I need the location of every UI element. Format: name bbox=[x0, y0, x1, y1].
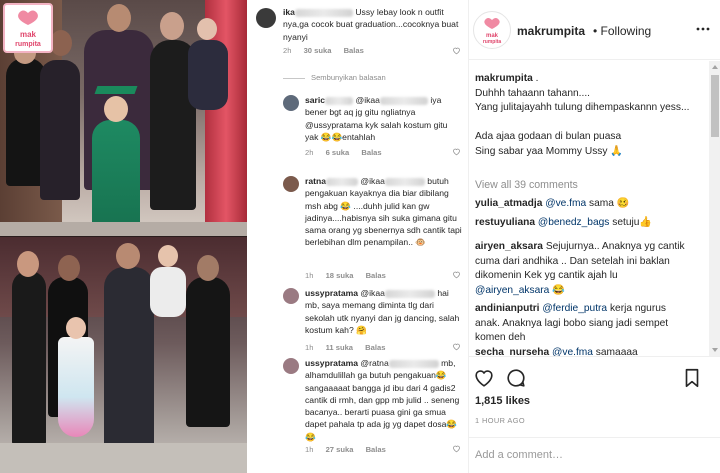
likes-count[interactable]: 18 suka bbox=[326, 271, 354, 280]
view-all-comments-link[interactable]: View all 39 comments bbox=[475, 179, 578, 191]
reply-button[interactable]: Balas bbox=[344, 46, 364, 55]
comment-meta: 2h 30 suka Balas bbox=[283, 46, 364, 55]
comment-username[interactable]: yulia_atmadja bbox=[475, 198, 542, 209]
scrollbar[interactable] bbox=[709, 61, 720, 356]
comment-text: saric @ikaa iya bener bgt aq jg gitu ngl… bbox=[305, 95, 448, 142]
brand-logo-icon: mak rumpita bbox=[476, 14, 508, 46]
avatar[interactable] bbox=[283, 358, 299, 374]
avatar[interactable] bbox=[283, 288, 299, 304]
brand-logo: mak rumpita bbox=[3, 3, 53, 53]
mention-link[interactable]: @ikaa bbox=[360, 176, 385, 186]
post-comments-scroll[interactable]: makrumpita . Duhhh tahaann tahann.... Ya… bbox=[469, 61, 709, 356]
comment-meta: 1h 27 suka Balas bbox=[305, 445, 386, 454]
mention-link[interactable]: @ve.fma bbox=[545, 198, 586, 209]
comment-username[interactable]: ika bbox=[283, 7, 295, 17]
following-status[interactable]: • Following bbox=[593, 24, 651, 38]
comment-username[interactable]: andinianputri bbox=[475, 303, 540, 314]
scroll-down-arrow-icon[interactable] bbox=[712, 348, 718, 352]
reply-comment-4: ussypratama @ratna mb, alhamdulillah ga … bbox=[248, 355, 468, 473]
avatar[interactable] bbox=[283, 95, 299, 111]
list-item: andinianputri @ferdie_putra kerja ngurus… bbox=[475, 303, 669, 343]
reply-comment-1: saric @ikaa iya bener bgt aq jg gitu ngl… bbox=[248, 92, 468, 164]
family-photo-bottom bbox=[0, 237, 247, 473]
heart-outline-icon[interactable] bbox=[452, 147, 461, 156]
redacted-username-blur bbox=[294, 8, 353, 17]
profile-avatar[interactable]: mak rumpita bbox=[473, 11, 511, 49]
comment-thread-panel: ika Ussy lebay look n outfit nya,ga coco… bbox=[248, 0, 468, 473]
post-header: mak rumpita makrumpita • Following bbox=[469, 0, 720, 60]
heart-outline-icon[interactable] bbox=[452, 444, 461, 453]
reply-comment-2: ratna @ikaa butuh pengakuan kayaknya dia… bbox=[248, 173, 468, 285]
post-username[interactable]: makrumpita bbox=[517, 24, 585, 38]
redacted-mention-blur bbox=[379, 96, 428, 105]
reply-comment-3: ussypratama @ikaa hai mb, saya memang di… bbox=[248, 285, 468, 357]
svg-text:mak: mak bbox=[20, 30, 37, 39]
list-item: airyen_aksara Sejujurnya.. Anaknya yg ca… bbox=[475, 241, 685, 296]
comment-username[interactable]: ussypratama bbox=[305, 288, 358, 298]
bookmark-icon[interactable] bbox=[681, 367, 703, 389]
family-photo-top: mak rumpita bbox=[0, 0, 247, 236]
heart-outline-icon[interactable] bbox=[452, 46, 461, 55]
redacted-username-blur bbox=[326, 177, 359, 186]
comment-username[interactable]: secha_nurseha bbox=[475, 347, 549, 356]
post-actions: 1,815 likes 1 HOUR AGO Add a comment… bbox=[469, 356, 720, 473]
comment-username[interactable]: airyen_aksara bbox=[475, 241, 543, 252]
add-comment-input[interactable]: Add a comment… bbox=[469, 437, 720, 473]
mention-link[interactable]: @airyen_aksara bbox=[475, 285, 549, 296]
svg-text:rumpita: rumpita bbox=[483, 39, 502, 45]
comment-username[interactable]: ratna bbox=[305, 176, 326, 186]
heart-outline-icon[interactable] bbox=[452, 270, 461, 279]
more-options-icon[interactable] bbox=[695, 23, 711, 35]
likes-count[interactable]: 30 suka bbox=[304, 46, 332, 55]
scroll-up-arrow-icon[interactable] bbox=[712, 65, 718, 69]
likes-count[interactable]: 6 suka bbox=[326, 148, 350, 157]
post-timestamp[interactable]: 1 HOUR AGO bbox=[475, 416, 525, 425]
mention-link[interactable]: @benedz_bags bbox=[538, 217, 610, 228]
like-heart-icon[interactable] bbox=[473, 367, 495, 389]
reply-button[interactable]: Balas bbox=[361, 148, 381, 157]
comment-text: ussypratama @ratna mb, alhamdulillah ga … bbox=[305, 358, 460, 442]
reply-button[interactable]: Balas bbox=[365, 343, 385, 352]
scroll-thumb[interactable] bbox=[711, 75, 719, 137]
comment-bubble-icon[interactable] bbox=[505, 367, 527, 389]
comment-username[interactable]: saric bbox=[305, 95, 325, 105]
comment-meta: 1h 11 suka Balas bbox=[305, 343, 386, 352]
mention-link[interactable]: @ikaa bbox=[360, 288, 385, 298]
svg-text:rumpita: rumpita bbox=[15, 41, 41, 48]
list-item: restuyuliana @benedz_bags setuju👍 bbox=[475, 217, 653, 228]
comment-meta: 2h 6 suka Balas bbox=[305, 148, 382, 157]
reply-button[interactable]: Balas bbox=[366, 445, 386, 454]
avatar[interactable] bbox=[283, 176, 299, 192]
redacted-mention-blur bbox=[384, 177, 425, 186]
comment-username[interactable]: ussypratama bbox=[305, 358, 358, 368]
mention-link[interactable]: @ve.fma bbox=[552, 347, 593, 356]
divider bbox=[283, 77, 305, 79]
redacted-username-blur bbox=[325, 96, 354, 105]
heart-outline-icon[interactable] bbox=[452, 342, 461, 351]
comment-username[interactable]: restuyuliana bbox=[475, 217, 535, 228]
post-caption: makrumpita . Duhhh tahaann tahann.... Ya… bbox=[475, 73, 690, 157]
mention-link[interactable]: @ratna bbox=[360, 358, 388, 368]
comment-text: ika Ussy lebay look n outfit nya,ga coco… bbox=[283, 7, 459, 42]
redacted-mention-blur bbox=[388, 359, 439, 368]
list-item: yulia_atmadja @ve.fma sama 🥴 bbox=[475, 198, 630, 209]
comment-meta: 1h 18 suka Balas bbox=[305, 271, 386, 280]
comment-text: ratna @ikaa butuh pengakuan kayaknya dia… bbox=[305, 176, 462, 248]
likes-count[interactable]: 1,815 likes bbox=[475, 395, 530, 407]
comment-text: ussypratama @ikaa hai mb, saya memang di… bbox=[305, 288, 460, 335]
likes-count[interactable]: 11 suka bbox=[326, 343, 353, 352]
brand-logo-icon: mak rumpita bbox=[6, 6, 50, 50]
likes-count[interactable]: 27 suka bbox=[326, 445, 354, 454]
mention-link[interactable]: @ikaa bbox=[355, 95, 380, 105]
avatar[interactable] bbox=[256, 8, 276, 28]
list-item: secha_nurseha @ve.fma samaaaa bbox=[475, 347, 638, 356]
top-comment: ika Ussy lebay look n outfit nya,ga coco… bbox=[248, 0, 468, 60]
redacted-mention-blur bbox=[384, 289, 435, 298]
caption-username[interactable]: makrumpita bbox=[475, 73, 533, 84]
reply-button[interactable]: Balas bbox=[366, 271, 386, 280]
post-photo-collage: mak rumpita bbox=[0, 0, 247, 473]
hide-replies-toggle[interactable]: Sembunyikan balasan bbox=[283, 73, 386, 82]
mention-link[interactable]: @ferdie_putra bbox=[542, 303, 607, 314]
post-panel: mak rumpita makrumpita • Following makru… bbox=[468, 0, 720, 473]
